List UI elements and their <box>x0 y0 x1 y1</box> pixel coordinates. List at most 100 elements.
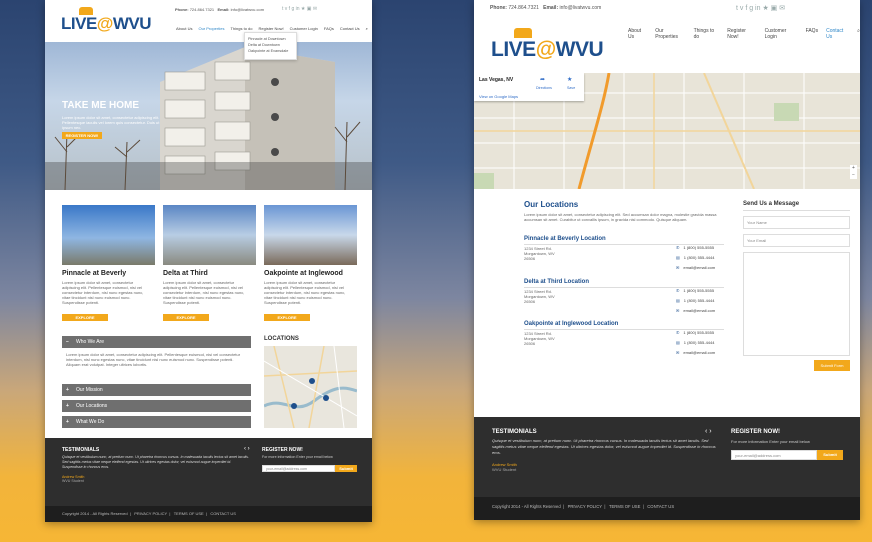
next-arrow-icon-2[interactable]: › <box>709 428 711 435</box>
footer-submit-button-2[interactable]: Submit <box>817 450 843 460</box>
nav-things-to-do[interactable]: Things to do <box>230 26 252 31</box>
accordion-our-locations[interactable]: + Our Locations <box>62 400 251 412</box>
nav-our-properties[interactable]: Our Properties <box>198 26 224 31</box>
nav2-register-now[interactable]: Register Now! <box>727 28 756 40</box>
nav-register-now[interactable]: Register Now! <box>258 26 283 31</box>
prev-arrow-icon[interactable]: ‹ <box>244 446 246 452</box>
footer-submit-button[interactable]: Submit <box>335 465 357 472</box>
save-link[interactable]: Save <box>567 86 575 90</box>
social-icons[interactable]: t v f g in ★ ▣ ✉ <box>282 6 317 12</box>
register-text-2: For more information Enter your email be… <box>731 439 810 444</box>
submit-form-button[interactable]: Submit Form <box>814 360 850 371</box>
accordion-what-we-do[interactable]: + What We Do <box>62 416 251 428</box>
property-title-2[interactable]: Delta at Third <box>163 270 208 277</box>
privacy-link-2[interactable]: PRIVACY POLICY <box>568 504 603 509</box>
location-email-1[interactable]: ✉ email@email.com <box>676 265 715 270</box>
map-zoom-controls[interactable]: + − <box>850 165 857 179</box>
email-link[interactable]: info@livatwvu.com <box>231 7 264 12</box>
location-title-3: Oakpointe at Inglewood Location <box>524 321 619 327</box>
email-link-2[interactable]: info@livatwvu.com <box>560 5 602 11</box>
message-textarea[interactable] <box>743 252 850 356</box>
map-graphic <box>264 346 357 428</box>
location-email-2[interactable]: ✉ email@email.com <box>676 308 715 313</box>
prev-arrow-icon-2[interactable]: ‹ <box>705 428 707 435</box>
nav2-about-us[interactable]: About Us <box>628 28 647 40</box>
next-arrow-icon[interactable]: › <box>248 446 250 452</box>
hero-register-button[interactable]: REGISTER NOW! <box>62 132 102 139</box>
property-title-1[interactable]: Pinnacle at Beverly <box>62 270 126 277</box>
property-title-3[interactable]: Oakpointe at Inglewood <box>264 270 343 277</box>
footer-email-input-2[interactable]: your-email@address.com <box>731 450 817 460</box>
copyright-text-2: Copyright 2014 - All Rights Reserved <box>492 504 561 509</box>
property-photo-2[interactable] <box>163 205 256 265</box>
phone-label-2: Phone: <box>490 5 507 11</box>
location-fax-3: ▤ 1 (800) 555-4444 <box>676 340 715 345</box>
search-icon[interactable]: ⌕ <box>366 26 368 31</box>
terms-link[interactable]: TERMS OF USE <box>174 511 204 516</box>
directions-link[interactable]: Directions <box>536 86 552 90</box>
explore-button-1[interactable]: EXPLORE <box>62 314 108 321</box>
contact-link-2[interactable]: CONTACT US <box>647 504 674 509</box>
home-page-mockup: Phone: 724.864.7321 Email: info@livatwvu… <box>45 0 372 522</box>
copyright-text: Copyright 2014 - All Rights Reserved <box>62 511 128 516</box>
phone-label: Phone: <box>175 7 189 12</box>
location-phone-2[interactable]: ✆ 1 (800) 555-5555 <box>676 288 714 293</box>
testimonial-text-2: Quisque et vestibulum nunc, at pretium n… <box>492 438 716 455</box>
map-place-name: Las Vegas, NV <box>479 77 514 83</box>
contact-bar: Phone: 724.864.7321 Email: info@livatwvu… <box>175 7 264 12</box>
nav-about-us[interactable]: About Us <box>176 26 192 31</box>
property-photo-3[interactable] <box>264 205 357 265</box>
location-phone-3[interactable]: ✆ 1 (800) 555-5555 <box>676 330 714 335</box>
phone-number-2[interactable]: 724.864.7321 <box>508 5 539 11</box>
site-logo[interactable]: LIVE@WVU <box>61 14 152 34</box>
fax-icon: ▤ <box>676 298 680 303</box>
location-title-2: Delta at Third Location <box>524 279 590 285</box>
nav2-customer-login[interactable]: Customer Login <box>765 28 798 40</box>
accordion-our-mission[interactable]: + Our Mission <box>62 384 251 396</box>
privacy-link[interactable]: PRIVACY POLICY <box>134 511 167 516</box>
location-phone-1[interactable]: ✆ 1 (800) 555-5555 <box>676 245 714 250</box>
phone-icon: ✆ <box>676 330 680 335</box>
save-star-icon[interactable]: ★ <box>567 76 572 83</box>
directions-icon[interactable]: ➦ <box>540 76 545 83</box>
dropdown-oakpointe[interactable]: Oakpointe at Evansdale <box>248 48 293 54</box>
nav-contact-us[interactable]: Contact Us <box>340 26 360 31</box>
footer-email-input[interactable]: your-email@address.com <box>262 465 335 472</box>
view-on-google-maps-link[interactable]: View on Google Maps <box>479 94 518 99</box>
property-text-3: Lorem ipsum dolor sit amet, consectetur … <box>264 280 346 305</box>
google-map[interactable]: Las Vegas, NV View on Google Maps ➦ Dire… <box>474 73 860 189</box>
contact-footer: TESTIMONIALS ‹ › Quisque et vestibulum n… <box>474 417 860 497</box>
contact-copyright-bar: Copyright 2014 - All Rights Reserved | P… <box>474 497 860 520</box>
hero-title: TAKE ME HOME <box>62 100 140 111</box>
search-icon-2[interactable]: ⌕ <box>857 28 860 40</box>
phone-icon: ✆ <box>676 288 680 293</box>
main-nav: About Us Our Properties Things to do Reg… <box>176 26 368 31</box>
social-icons-2[interactable]: t v f g in ★ ▣ ✉ <box>736 4 785 12</box>
testimonials-heading: TESTIMONIALS <box>62 447 100 453</box>
explore-button-2[interactable]: EXPLORE <box>163 314 209 321</box>
property-photo-1[interactable] <box>62 205 155 265</box>
email-input[interactable]: Your Email <box>743 234 850 247</box>
nav-faqs[interactable]: FAQs <box>324 26 334 31</box>
site-logo-2[interactable]: LIVE@WVU <box>491 38 604 62</box>
nav2-things-to-do[interactable]: Things to do <box>694 28 720 40</box>
nav2-our-properties[interactable]: Our Properties <box>655 28 685 40</box>
nav-customer-login[interactable]: Customer Login <box>290 26 318 31</box>
accordion-content: Lorem ipsum dolor sit amet, consectetur … <box>66 352 241 367</box>
locations-map[interactable] <box>264 346 357 428</box>
phone-number[interactable]: 724.864.7321 <box>190 7 214 12</box>
location-fax-2: ▤ 1 (800) 555-4444 <box>676 298 715 303</box>
mail-icon: ✉ <box>676 265 680 270</box>
contact-link[interactable]: CONTACT US <box>210 511 236 516</box>
accordion-who-we-are[interactable]: − Who We Are <box>62 336 251 348</box>
explore-button-3[interactable]: EXPLORE <box>264 314 310 321</box>
terms-link-2[interactable]: TERMS OF USE <box>609 504 640 509</box>
nav2-faqs[interactable]: FAQs <box>806 28 819 40</box>
name-input[interactable]: Your Name <box>743 216 850 229</box>
property-text-2: Lorem ipsum dolor sit amet, consectetur … <box>163 280 245 305</box>
location-email-3[interactable]: ✉ email@email.com <box>676 350 715 355</box>
testimonial-nav: ‹ › <box>244 446 250 452</box>
hero-text: Lorem ipsum dolor sit amet, consectetur … <box>62 115 160 130</box>
register-text: For more information Enter your email be… <box>262 455 333 459</box>
nav2-contact-us[interactable]: Contact Us <box>826 28 849 40</box>
